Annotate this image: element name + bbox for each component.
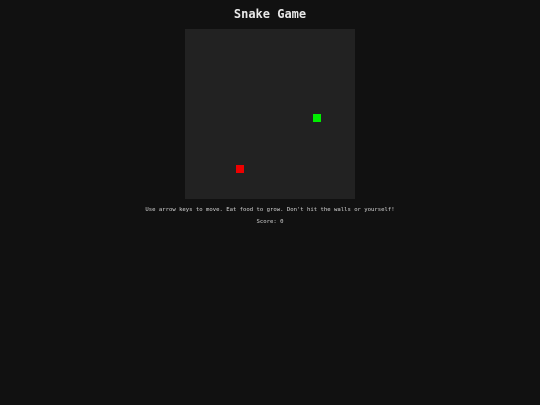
- game-board[interactable]: [185, 29, 355, 199]
- page-title: Snake Game: [233, 7, 307, 21]
- snake-segment: [312, 114, 321, 122]
- food-item: [236, 165, 244, 173]
- game-page: Snake Game Use arrow keys to move. Eat f…: [0, 0, 540, 405]
- instructions-text: Use arrow keys to move. Eat food to grow…: [145, 207, 395, 213]
- score-display: Score: 0: [256, 219, 284, 225]
